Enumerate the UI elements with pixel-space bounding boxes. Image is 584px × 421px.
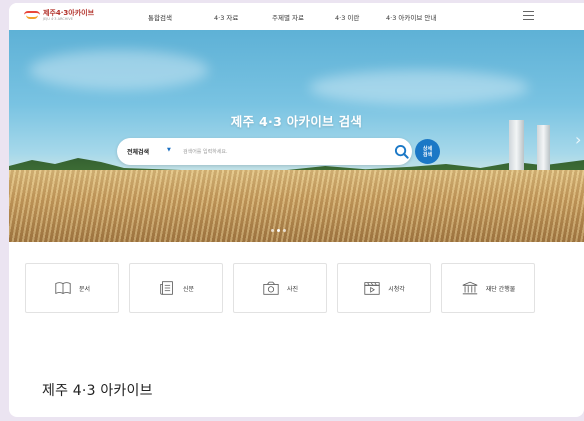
search-input[interactable] [183,145,383,158]
category-label: 재단 간행물 [485,285,516,293]
chevron-right-icon[interactable]: › [575,130,581,149]
category-label: 시청각 [388,285,405,293]
detail-search-button[interactable]: 상세 검색 [415,139,440,164]
carousel-dot[interactable] [283,229,286,232]
detail-search-label-line2: 검색 [422,152,433,158]
nav-thematic-materials[interactable]: 주제별 자료 [272,12,304,22]
category-audiovisual[interactable]: 시청각 [337,263,431,313]
site-logo[interactable]: 제주4·3아카이브 JEJU 4·3 ARCHIVE [24,10,94,22]
search-scope-select[interactable]: 전체검색 [127,147,149,156]
carousel-indicator [271,229,286,232]
category-documents[interactable]: 문서 [25,263,119,313]
clapperboard-icon [364,282,380,295]
hero-banner: 제주 4·3 아카이브 검색 전체검색 ▼ 상세 검색 › [9,30,584,242]
category-foundation-publications[interactable]: 재단 간행물 [441,263,535,313]
building-icon [462,281,478,295]
hamburger-menu-icon[interactable] [523,11,534,20]
carousel-dot-active[interactable] [277,229,280,232]
top-navigation: 제주4·3아카이브 JEJU 4·3 ARCHIVE 통합검색 4·3 자료 주… [9,3,584,30]
logo-text: 제주4·3아카이브 [43,9,95,17]
category-newspapers[interactable]: 신문 [129,263,223,313]
hero-title: 제주 4·3 아카이브 검색 [230,114,363,129]
category-label: 신문 [182,285,195,293]
logo-mark-icon [24,10,40,21]
app-frame: 제주4·3아카이브 JEJU 4·3 ARCHIVE 통합검색 4·3 자료 주… [9,3,584,417]
cloud-decoration [309,70,529,105]
section-title: 제주 4·3 아카이브 [42,383,153,399]
reed-field-decoration [9,170,584,242]
camera-icon [263,281,279,295]
category-label: 사진 [286,285,299,293]
cloud-decoration [29,50,209,90]
nav-43-materials[interactable]: 4·3 자료 [214,12,238,22]
newspaper-icon [160,281,173,295]
logo-subtitle: JEJU 4·3 ARCHIVE [43,17,73,21]
nav-archive-guide[interactable]: 4·3 아카이브 안내 [386,12,436,22]
nav-integrated-search[interactable]: 통합검색 [148,12,172,22]
nav-about-43[interactable]: 4·3 이란 [335,12,359,22]
book-icon [55,282,71,295]
carousel-dot[interactable] [271,229,274,232]
category-photos[interactable]: 사진 [233,263,327,313]
search-icon[interactable] [394,144,409,159]
category-label: 문서 [78,285,91,293]
search-bar: 전체검색 ▼ [117,138,412,165]
chevron-down-icon[interactable]: ▼ [167,147,171,153]
